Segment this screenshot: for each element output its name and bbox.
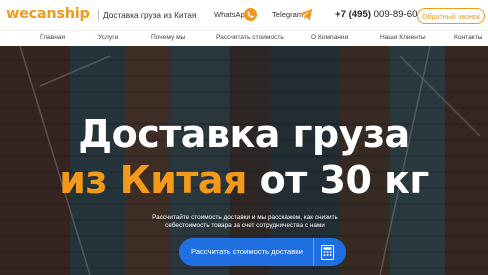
nav-item-contacts[interactable]: Контакты xyxy=(454,34,482,41)
hero-title-line1: Доставка груза xyxy=(78,112,410,156)
nav-item-calculate[interactable]: Рассчитать стоимость xyxy=(216,34,284,41)
callback-button[interactable]: Обратный звонок xyxy=(417,8,485,24)
hero-title-accent: из Китая xyxy=(59,158,247,202)
hero-section: Доставка груза из Китая от 30 кг Рассчит… xyxy=(0,46,488,275)
nav-item-about[interactable]: О Компании xyxy=(311,34,348,41)
main-nav: Главная Услуги Почему мы Рассчитать стои… xyxy=(0,30,488,46)
phone-number[interactable]: +7 (495) 009-89-60 xyxy=(335,9,417,20)
nav-item-clients[interactable]: Наши Клиенты xyxy=(380,34,426,41)
phone-prefix: +7 (495) xyxy=(335,9,371,20)
hero-title-line2: из Китая от 30 кг xyxy=(0,158,488,202)
header-tagline: Доставка груза из Китая xyxy=(103,10,197,20)
cta-label: Рассчитать стоимость доставки xyxy=(191,247,303,256)
phone-digits: 009-89-60 xyxy=(371,9,418,20)
logo[interactable]: wecanship xyxy=(6,6,90,22)
logo-divider xyxy=(98,10,99,21)
whatsapp-icon[interactable] xyxy=(244,8,257,21)
calculate-delivery-button[interactable]: Рассчитать стоимость доставки xyxy=(179,238,346,266)
calculator-icon xyxy=(321,245,334,260)
hero-subtitle: Рассчитайте стоимость доставки и мы расс… xyxy=(152,214,338,230)
hero-title-rest: от 30 кг xyxy=(246,158,430,202)
nav-item-services[interactable]: Услуги xyxy=(98,34,118,41)
nav-item-why-us[interactable]: Почему мы xyxy=(151,34,185,41)
top-header: wecanship Доставка груза из Китая WhatsA… xyxy=(0,0,488,30)
nav-item-home[interactable]: Главная xyxy=(40,34,65,41)
telegram-icon[interactable] xyxy=(299,8,313,21)
cta-divider xyxy=(313,238,314,266)
